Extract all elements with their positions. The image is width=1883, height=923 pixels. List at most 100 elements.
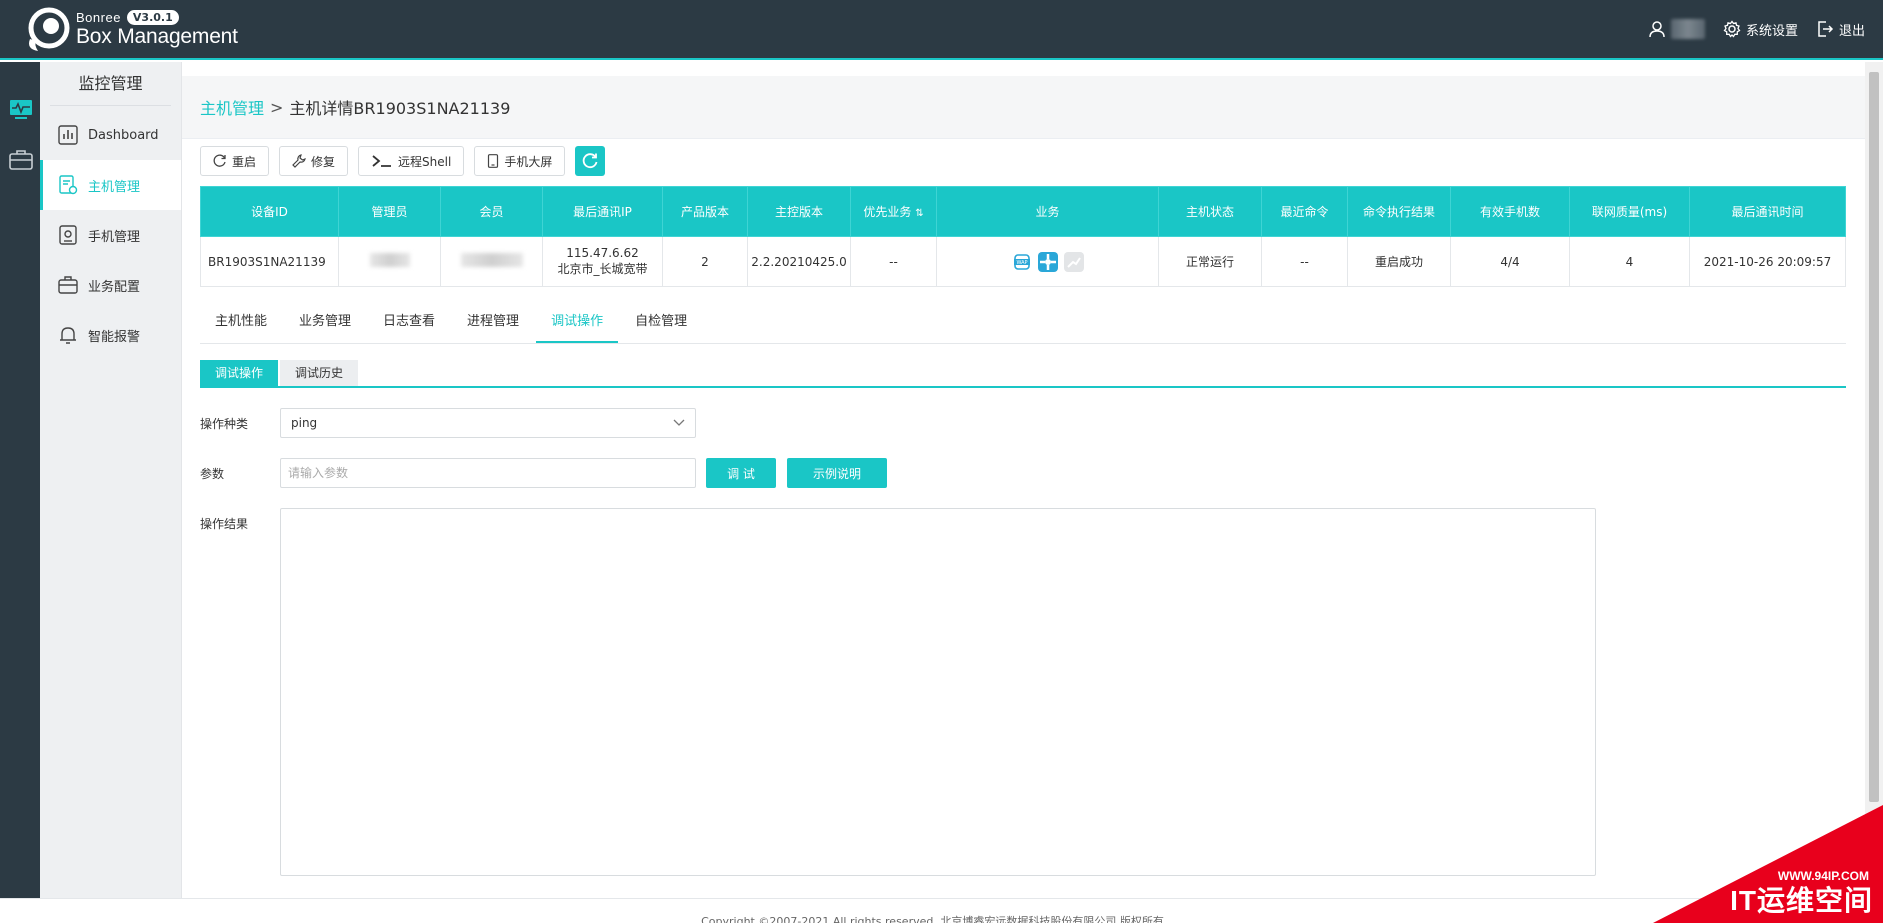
ip-value: 115.47.6.62 [566,246,639,260]
toolbox-icon[interactable] [9,148,33,172]
col-last-ip: 最后通讯IP [542,186,663,237]
col-biz: 业务 [936,186,1159,237]
footer: Copyright ©2007-2021 All rights reserved… [0,898,1865,923]
cell-valid-phones-link[interactable]: 4/4 [1450,236,1570,287]
brand-name: Bonree [76,10,121,25]
breadcrumb-current: 主机详情BR1903S1NA21139 [289,99,511,118]
trend-biz-icon[interactable] [1063,251,1084,272]
watermark-text: IT运维空间 [1730,885,1873,916]
cell-master-version: 2.2.20210425.0 [747,236,851,287]
table-header-row: 设备ID 管理员 会员 最后通讯IP 产品版本 主控版本 优先业务 ⇅ 业务 主… [200,186,1846,237]
app-biz-icon[interactable] [1037,251,1058,272]
tab-log-view[interactable]: 日志查看 [368,302,450,343]
page-scrollbar[interactable] [1865,62,1883,923]
terminal-icon [372,155,392,167]
bonree-logo-icon [24,7,74,53]
tab-self-check[interactable]: 自检管理 [620,302,702,343]
user-menu[interactable] [1648,19,1705,39]
phone-icon [59,225,77,245]
monitor-icon[interactable] [9,98,33,122]
tab-biz-management[interactable]: 业务管理 [284,302,366,343]
sidebar-item-host[interactable]: 主机管理 [40,160,181,210]
sidebar-item-alarm[interactable]: 智能报警 [40,310,181,360]
refresh-button[interactable] [575,146,606,176]
debug-button[interactable]: 调 试 [706,458,776,488]
repair-button[interactable]: 修复 [279,146,349,176]
refresh-icon [583,153,598,169]
host-icon [59,175,78,195]
param-input[interactable] [280,458,696,488]
user-icon [1649,21,1665,38]
cell-device-id: BR1903S1NA21139 [200,236,339,287]
version-badge: V3.0.1 [126,10,179,25]
op-type-select[interactable]: ping [280,408,696,438]
cell-last-time: 2021-10-26 20:09:57 [1689,236,1846,287]
scrollbar-thumb[interactable] [1869,72,1879,802]
bell-icon [60,327,76,344]
detail-tabs: 主机性能 业务管理 日志查看 进程管理 调试操作 自检管理 [200,302,1846,344]
main-content: 主机管理 > 主机详情BR1903S1NA21139 重启 修复 远程Shell… [182,62,1865,898]
logout-link[interactable]: 退出 [1816,20,1865,39]
result-textarea[interactable] [280,508,1596,876]
sidebar-item-dashboard[interactable]: Dashboard [40,110,181,160]
chevron-down-icon [673,419,685,426]
col-network-quality: 联网质量(ms) [1569,186,1690,237]
subtab-debug-history[interactable]: 调试历史 [280,360,359,386]
sidebar-item-label: Dashboard [88,127,159,143]
app-rail [0,62,40,898]
col-priority-biz[interactable]: 优先业务 ⇅ [850,186,937,237]
phone-screen-label: 手机大屏 [504,154,553,169]
cell-product-version: 2 [662,236,748,287]
wap-biz-icon[interactable]: WAP [1012,252,1032,272]
sidebar-title: 监控管理 [50,62,171,106]
top-bar: Bonree V3.0.1 Box Management 系统设置 退出 [0,0,1883,60]
param-label: 参数 [200,467,225,481]
repair-label: 修复 [311,154,336,169]
app-logo-text: Bonree V3.0.1 Box Management [76,10,238,49]
remote-shell-button[interactable]: 远程Shell [358,146,465,176]
breadcrumb: 主机管理 > 主机详情BR1903S1NA21139 [182,76,1865,139]
svg-text:WAP: WAP [1016,260,1027,266]
sidebar-item-biz-config[interactable]: 业务配置 [40,260,181,310]
col-member: 会员 [440,186,543,237]
col-valid-phones: 有效手机数 [1450,186,1570,237]
cell-recent-cmd: -- [1261,236,1348,287]
breadcrumb-parent-link[interactable]: 主机管理 [200,95,264,119]
result-label: 操作结果 [200,517,249,531]
sort-icon[interactable]: ⇅ [915,208,923,219]
cell-biz: WAP [936,236,1159,287]
op-type-value: ping [291,416,318,430]
cell-last-ip: 115.47.6.62 北京市_长城宽带 [542,236,663,287]
cell-host-status: 正常运行 [1158,236,1262,287]
col-admin: 管理员 [338,186,441,237]
priority-biz-label: 优先业务 [863,205,912,219]
settings-link[interactable]: 系统设置 [1723,20,1798,39]
mobile-icon [488,154,499,168]
remote-shell-label: 远程Shell [398,154,452,169]
op-type-label: 操作种类 [200,417,249,431]
tab-process-management[interactable]: 进程管理 [452,302,534,343]
breadcrumb-separator: > [270,97,284,117]
sidebar-item-label: 主机管理 [88,179,141,195]
subtab-debug-operation[interactable]: 调试操作 [200,360,279,386]
gear-icon [1723,20,1741,38]
table-row: BR1903S1NA21139 115.47.6.62 北京市_长城宽带 2 2.… [200,236,1846,287]
tab-host-performance[interactable]: 主机性能 [200,302,282,343]
phone-screen-button[interactable]: 手机大屏 [474,146,566,176]
device-table: 设备ID 管理员 会员 最后通讯IP 产品版本 主控版本 优先业务 ⇅ 业务 主… [200,186,1846,287]
restart-label: 重启 [232,154,257,169]
logout-icon [1818,21,1834,37]
col-last-time: 最后通讯时间 [1689,186,1846,237]
sidebar-item-phone[interactable]: 手机管理 [40,210,181,260]
sidebar-item-label: 业务配置 [88,279,141,295]
watermark: WWW.94IP.COM IT运维空间 [1653,805,1883,923]
logout-label: 退出 [1838,23,1865,39]
col-host-status: 主机状态 [1158,186,1262,237]
restart-button[interactable]: 重启 [200,146,270,176]
col-product-version: 产品版本 [662,186,748,237]
example-button[interactable]: 示例说明 [787,458,887,488]
wrench-icon [292,154,306,168]
cell-member-blurred [440,236,543,287]
tab-debug-operation[interactable]: 调试操作 [536,302,619,343]
cell-cmd-result: 重启成功 [1347,236,1451,287]
